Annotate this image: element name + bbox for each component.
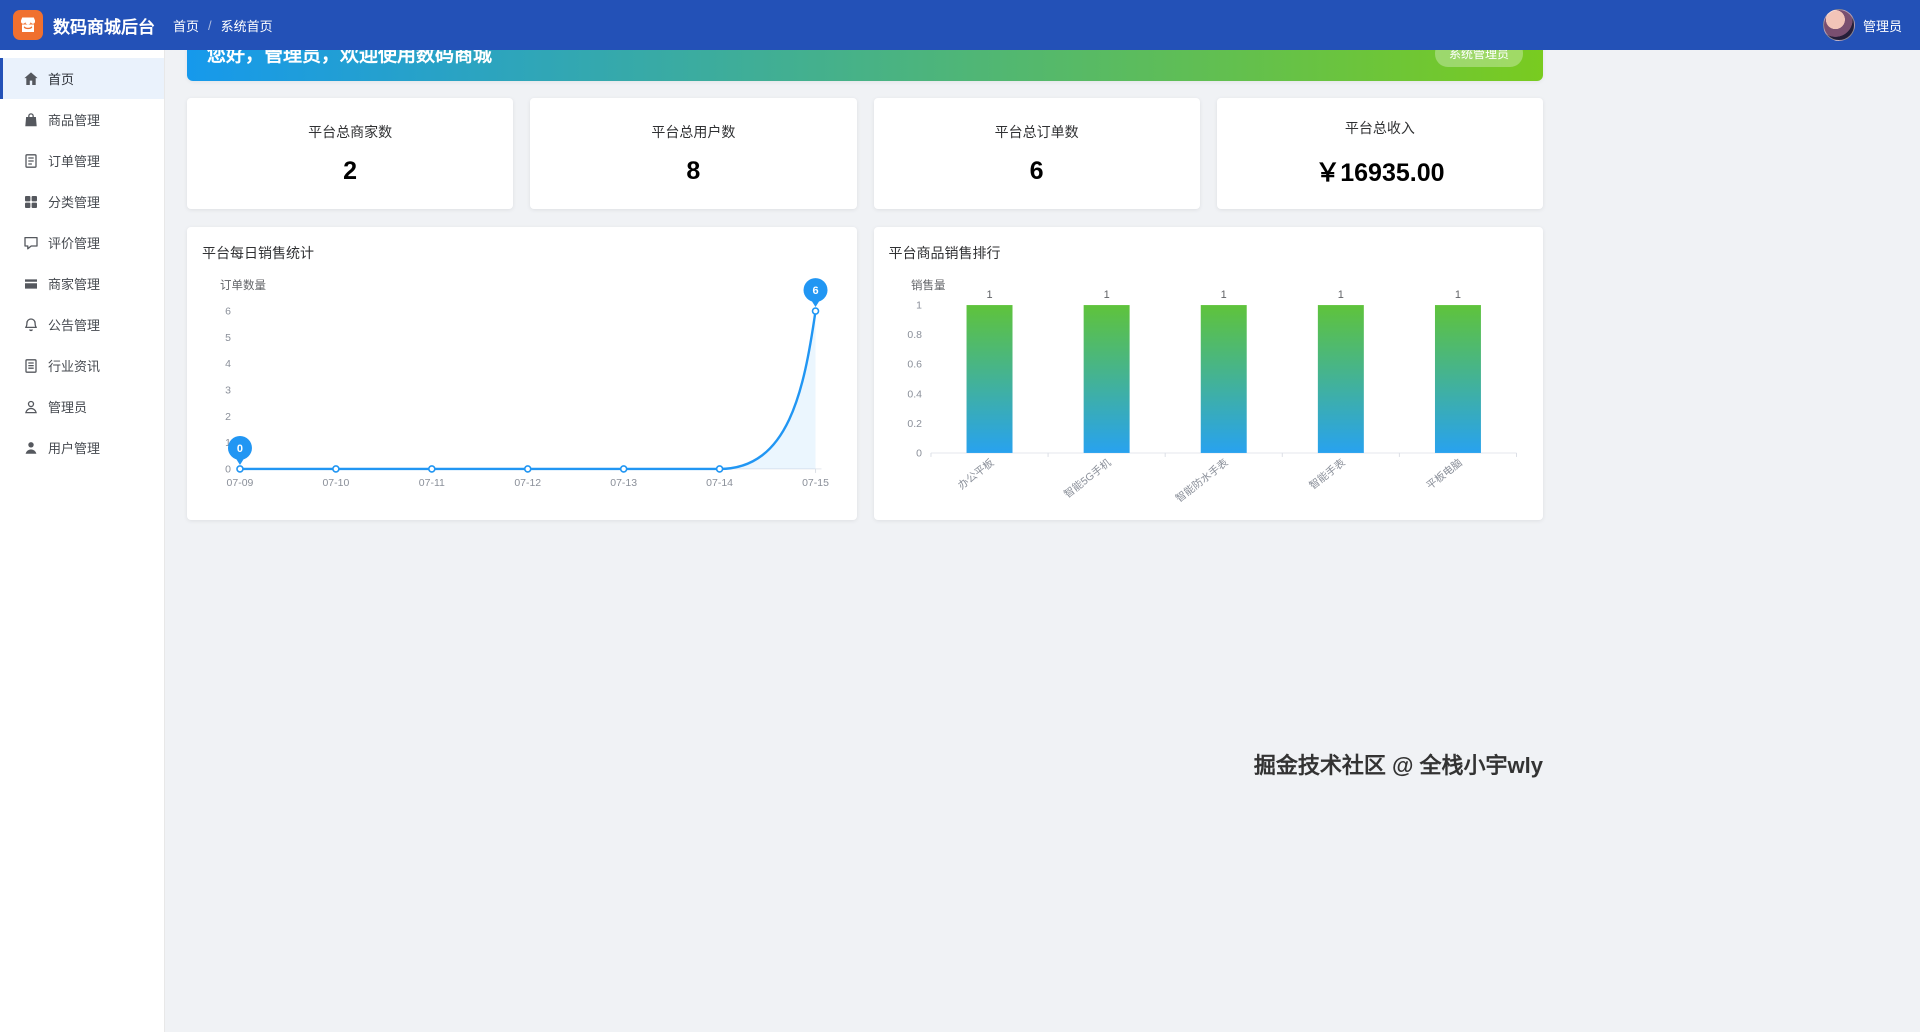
chart-title: 平台每日销售统计 xyxy=(202,245,314,261)
sidebar-item-admins[interactable]: 管理员 xyxy=(0,386,164,427)
svg-text:2: 2 xyxy=(225,412,231,423)
svg-text:6: 6 xyxy=(812,285,818,297)
app-title: 数码商城后台 xyxy=(53,17,155,37)
sidebar-item-notices[interactable]: 公告管理 xyxy=(0,304,164,345)
app-logo-icon xyxy=(13,10,43,40)
svg-text:办公平板: 办公平板 xyxy=(955,456,996,492)
stat-value: 8 xyxy=(686,156,701,185)
svg-text:4: 4 xyxy=(225,359,231,370)
svg-text:07-09: 07-09 xyxy=(227,478,254,489)
breadcrumb-current: 系统首页 xyxy=(220,18,273,34)
product-sales-bar-chart: 销售量 0 0.2 0.4 0.6 0.8 1 1 办公平板 1 智能5G手机 1 智能防水手表 1 智能手… xyxy=(907,278,1517,505)
svg-text:智能防水手表: 智能防水手表 xyxy=(1172,456,1230,505)
avatar[interactable] xyxy=(1822,9,1855,41)
user-menu[interactable]: 管理员 xyxy=(1822,9,1920,41)
svg-text:1: 1 xyxy=(916,301,922,312)
svg-text:07-13: 07-13 xyxy=(610,478,637,489)
sidebar-item-label: 评价管理 xyxy=(48,236,101,251)
news-icon xyxy=(23,358,39,374)
home-icon xyxy=(23,71,39,87)
sidebar-item-label: 分类管理 xyxy=(48,195,101,210)
sidebar-item-products[interactable]: 商品管理 xyxy=(0,99,164,140)
svg-text:0: 0 xyxy=(237,443,243,455)
sidebar-item-reviews[interactable]: 评价管理 xyxy=(0,222,164,263)
grid-icon xyxy=(23,194,39,210)
sidebar-item-categories[interactable]: 分类管理 xyxy=(0,181,164,222)
svg-text:1: 1 xyxy=(1103,289,1109,301)
card-icon xyxy=(23,276,39,292)
content: 您好，管理员，欢迎使用数码商城 系统管理员 平台总商家数 2 平台总用户数 8 … xyxy=(187,26,1543,780)
user-icon xyxy=(23,440,39,456)
stat-card-merchants: 平台总商家数 2 xyxy=(187,98,514,209)
svg-text:0: 0 xyxy=(225,464,231,475)
bag-icon xyxy=(23,112,39,128)
daily-sales-card: 平台每日销售统计 订单数量 0 1 2 3 4 5 6 07-09 07-10 07-11 07-12… xyxy=(187,227,857,520)
main-content: 您好，管理员，欢迎使用数码商城 系统管理员 平台总商家数 2 平台总用户数 8 … xyxy=(165,0,1920,780)
daily-sales-line-chart: 订单数量012345607-09 07-10 07-11 07-12 07-13 07-1… xyxy=(220,278,829,489)
user-name: 管理员 xyxy=(1862,18,1902,34)
brand: 数码商城后台 xyxy=(0,10,165,40)
stat-value: ￥16935.00 xyxy=(1315,159,1445,187)
chat-icon xyxy=(23,235,39,251)
app-root: 数码商城后台 首页 / 系统首页 管理员 首页商品管理订单管理分类管理评价管理商… xyxy=(0,0,1920,1032)
sidebar-item-home[interactable]: 首页 xyxy=(0,58,164,99)
sidebar-item-news[interactable]: 行业资讯 xyxy=(0,345,164,386)
sidebar-item-label: 用户管理 xyxy=(48,441,101,456)
sidebar-item-label: 订单管理 xyxy=(48,154,101,169)
sidebar-item-merchants[interactable]: 商家管理 xyxy=(0,263,164,304)
breadcrumb: 首页 / 系统首页 xyxy=(173,16,273,35)
stats-row: 平台总商家数 2 平台总用户数 8 平台总订单数 6 平台总收入 ￥16935.… xyxy=(187,98,1543,209)
stat-value: 2 xyxy=(343,156,358,185)
svg-text:6: 6 xyxy=(225,307,231,318)
sidebar-item-label: 管理员 xyxy=(48,400,88,415)
sidebar-item-orders[interactable]: 订单管理 xyxy=(0,140,164,181)
stat-label: 平台总商家数 xyxy=(308,123,393,140)
stat-card-orders: 平台总订单数 6 xyxy=(873,98,1200,209)
sidebar-item-label: 商家管理 xyxy=(48,277,101,292)
svg-text:07-12: 07-12 xyxy=(514,478,541,489)
document-icon xyxy=(23,153,39,169)
charts-row: 平台每日销售统计 订单数量 0 1 2 3 4 5 6 07-09 07-10 07-11 07-12… xyxy=(187,227,1543,520)
svg-text:0.8: 0.8 xyxy=(907,330,922,341)
svg-text:平板电脑: 平板电脑 xyxy=(1423,456,1464,492)
svg-text:07-10: 07-10 xyxy=(322,478,349,489)
top-bar: 数码商城后台 首页 / 系统首页 管理员 xyxy=(0,0,1920,50)
svg-text:1: 1 xyxy=(986,289,992,301)
svg-text:3: 3 xyxy=(225,385,231,396)
svg-text:订单数量: 订单数量 xyxy=(220,278,266,292)
product-ranking-card: 平台商品销售排行 销售量 0 0.2 0.4 0.6 0.8 1 1 办公平板 1 智能5G手机 1 智… xyxy=(873,227,1543,520)
sidebar-item-label: 公告管理 xyxy=(48,318,101,333)
svg-text:07-15: 07-15 xyxy=(802,478,829,489)
svg-text:销售量: 销售量 xyxy=(910,278,944,292)
breadcrumb-separator: / xyxy=(208,17,212,33)
stat-card-revenue: 平台总收入 ￥16935.00 xyxy=(1216,98,1543,209)
stat-value: 6 xyxy=(1029,156,1044,185)
svg-text:0.2: 0.2 xyxy=(907,419,922,430)
bell-icon xyxy=(23,317,39,333)
svg-text:5: 5 xyxy=(225,333,231,344)
sidebar-item-label: 商品管理 xyxy=(48,113,101,128)
sidebar-item-label: 首页 xyxy=(48,72,75,87)
svg-text:0.4: 0.4 xyxy=(907,389,922,400)
svg-text:0: 0 xyxy=(916,448,922,459)
chart-title: 平台商品销售排行 xyxy=(888,245,1001,261)
svg-text:智能5G手机: 智能5G手机 xyxy=(1061,456,1113,501)
sidebar: 首页商品管理订单管理分类管理评价管理商家管理公告管理行业资讯管理员用户管理 xyxy=(0,50,165,1032)
breadcrumb-home[interactable]: 首页 xyxy=(173,16,199,35)
svg-text:智能手表: 智能手表 xyxy=(1306,456,1347,492)
watermark: 掘金技术社区 @ 全栈小宇wly xyxy=(1253,753,1543,778)
stat-label: 平台总收入 xyxy=(1344,120,1415,136)
stat-label: 平台总用户数 xyxy=(651,123,736,140)
stat-label: 平台总订单数 xyxy=(994,123,1079,140)
sidebar-item-users[interactable]: 用户管理 xyxy=(0,427,164,468)
svg-text:07-11: 07-11 xyxy=(419,478,445,489)
svg-text:07-14: 07-14 xyxy=(706,478,733,489)
sidebar-item-label: 行业资讯 xyxy=(48,359,101,374)
svg-text:1: 1 xyxy=(1337,289,1343,301)
stat-card-users: 平台总用户数 8 xyxy=(530,98,857,209)
svg-text:0.6: 0.6 xyxy=(907,360,922,371)
admin-icon xyxy=(23,399,39,415)
svg-text:1: 1 xyxy=(1220,289,1226,301)
svg-text:1: 1 xyxy=(1454,289,1460,301)
